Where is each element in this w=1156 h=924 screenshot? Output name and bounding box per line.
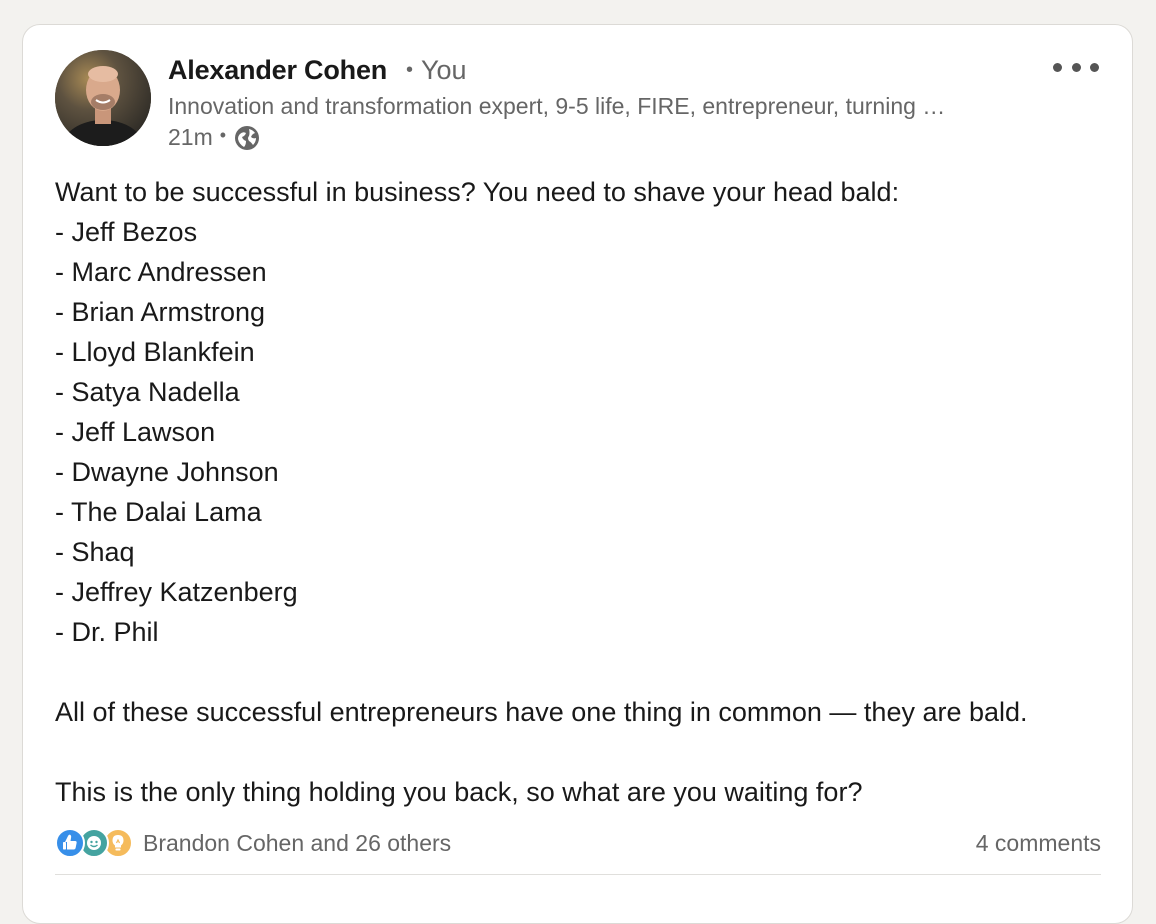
- post-card: Alexander Cohen • You Innovation and tran…: [22, 24, 1133, 924]
- post-line: - Brian Armstrong: [55, 297, 266, 327]
- post-line: - Shaq: [55, 537, 135, 567]
- reaction-icons[interactable]: [55, 827, 133, 859]
- author-relation-label: You: [421, 55, 467, 85]
- like-reaction-icon: [55, 828, 85, 858]
- post-text: Want to be successful in business? You n…: [55, 172, 1115, 812]
- globe-icon: [234, 125, 260, 151]
- author-headline[interactable]: Innovation and transformation expert, 9-…: [168, 93, 1038, 120]
- social-divider: [55, 874, 1101, 875]
- post-time: 21m: [168, 124, 213, 150]
- post-line: - Marc Andressen: [55, 257, 267, 287]
- social-counts: Brandon Cohen and 26 others 4 comments: [55, 825, 1101, 861]
- post-line: - Satya Nadella: [55, 377, 240, 407]
- post-line: - Dr. Phil: [55, 617, 159, 647]
- post-line: - Jeff Bezos: [55, 217, 198, 247]
- post-line: Want to be successful in business? You n…: [55, 177, 900, 207]
- avatar-photo: [55, 50, 151, 146]
- meta-separator: •: [219, 125, 227, 145]
- author-relation: • You: [406, 55, 467, 85]
- post-line: This is the only thing holding you back,…: [55, 777, 863, 807]
- more-options-button[interactable]: [1053, 55, 1099, 79]
- post-line: - Lloyd Blankfein: [55, 337, 255, 367]
- ellipsis-dot-icon: [1090, 62, 1099, 72]
- ellipsis-dot-icon: [1071, 62, 1081, 72]
- post-line: All of these successful entrepreneurs ha…: [55, 697, 1028, 727]
- post-line: - Dwayne Johnson: [55, 457, 279, 487]
- comments-count-link[interactable]: 4 comments: [976, 830, 1101, 857]
- post-line: - Jeffrey Katzenberg: [55, 577, 298, 607]
- ellipsis-dot-icon: [1053, 62, 1062, 72]
- post-line: - Jeff Lawson: [55, 417, 216, 447]
- author-name[interactable]: Alexander Cohen: [168, 55, 387, 86]
- post-line: - The Dalai Lama: [55, 497, 262, 527]
- post-line: [55, 732, 1115, 772]
- post-line: [55, 652, 1115, 692]
- post-meta: 21m •: [168, 124, 260, 151]
- reactors-link[interactable]: Brandon Cohen and 26 others: [143, 830, 451, 857]
- author-avatar[interactable]: [55, 50, 151, 146]
